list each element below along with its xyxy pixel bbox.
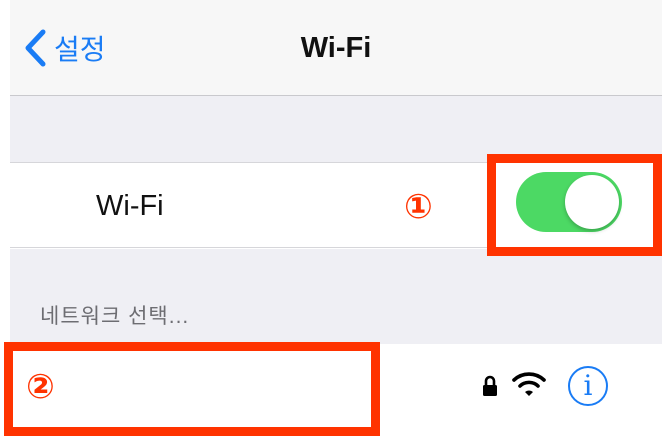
info-icon[interactable]: i	[568, 366, 608, 406]
wifi-signal-icon	[512, 371, 546, 402]
annotation-box-network	[4, 342, 380, 436]
page-title: Wi-Fi	[300, 32, 372, 64]
annotation-marker-1: ①	[404, 188, 433, 226]
group-spacer	[10, 96, 662, 162]
network-section-header: 네트워크 선택...	[40, 305, 190, 328]
wifi-row-label: Wi-Fi	[96, 190, 164, 222]
network-status-icons: i	[482, 364, 608, 408]
navigation-bar: 설정 Wi-Fi	[10, 0, 662, 96]
annotation-box-toggle	[487, 154, 662, 256]
annotation-marker-2: ②	[26, 368, 55, 406]
lock-icon	[482, 375, 498, 397]
